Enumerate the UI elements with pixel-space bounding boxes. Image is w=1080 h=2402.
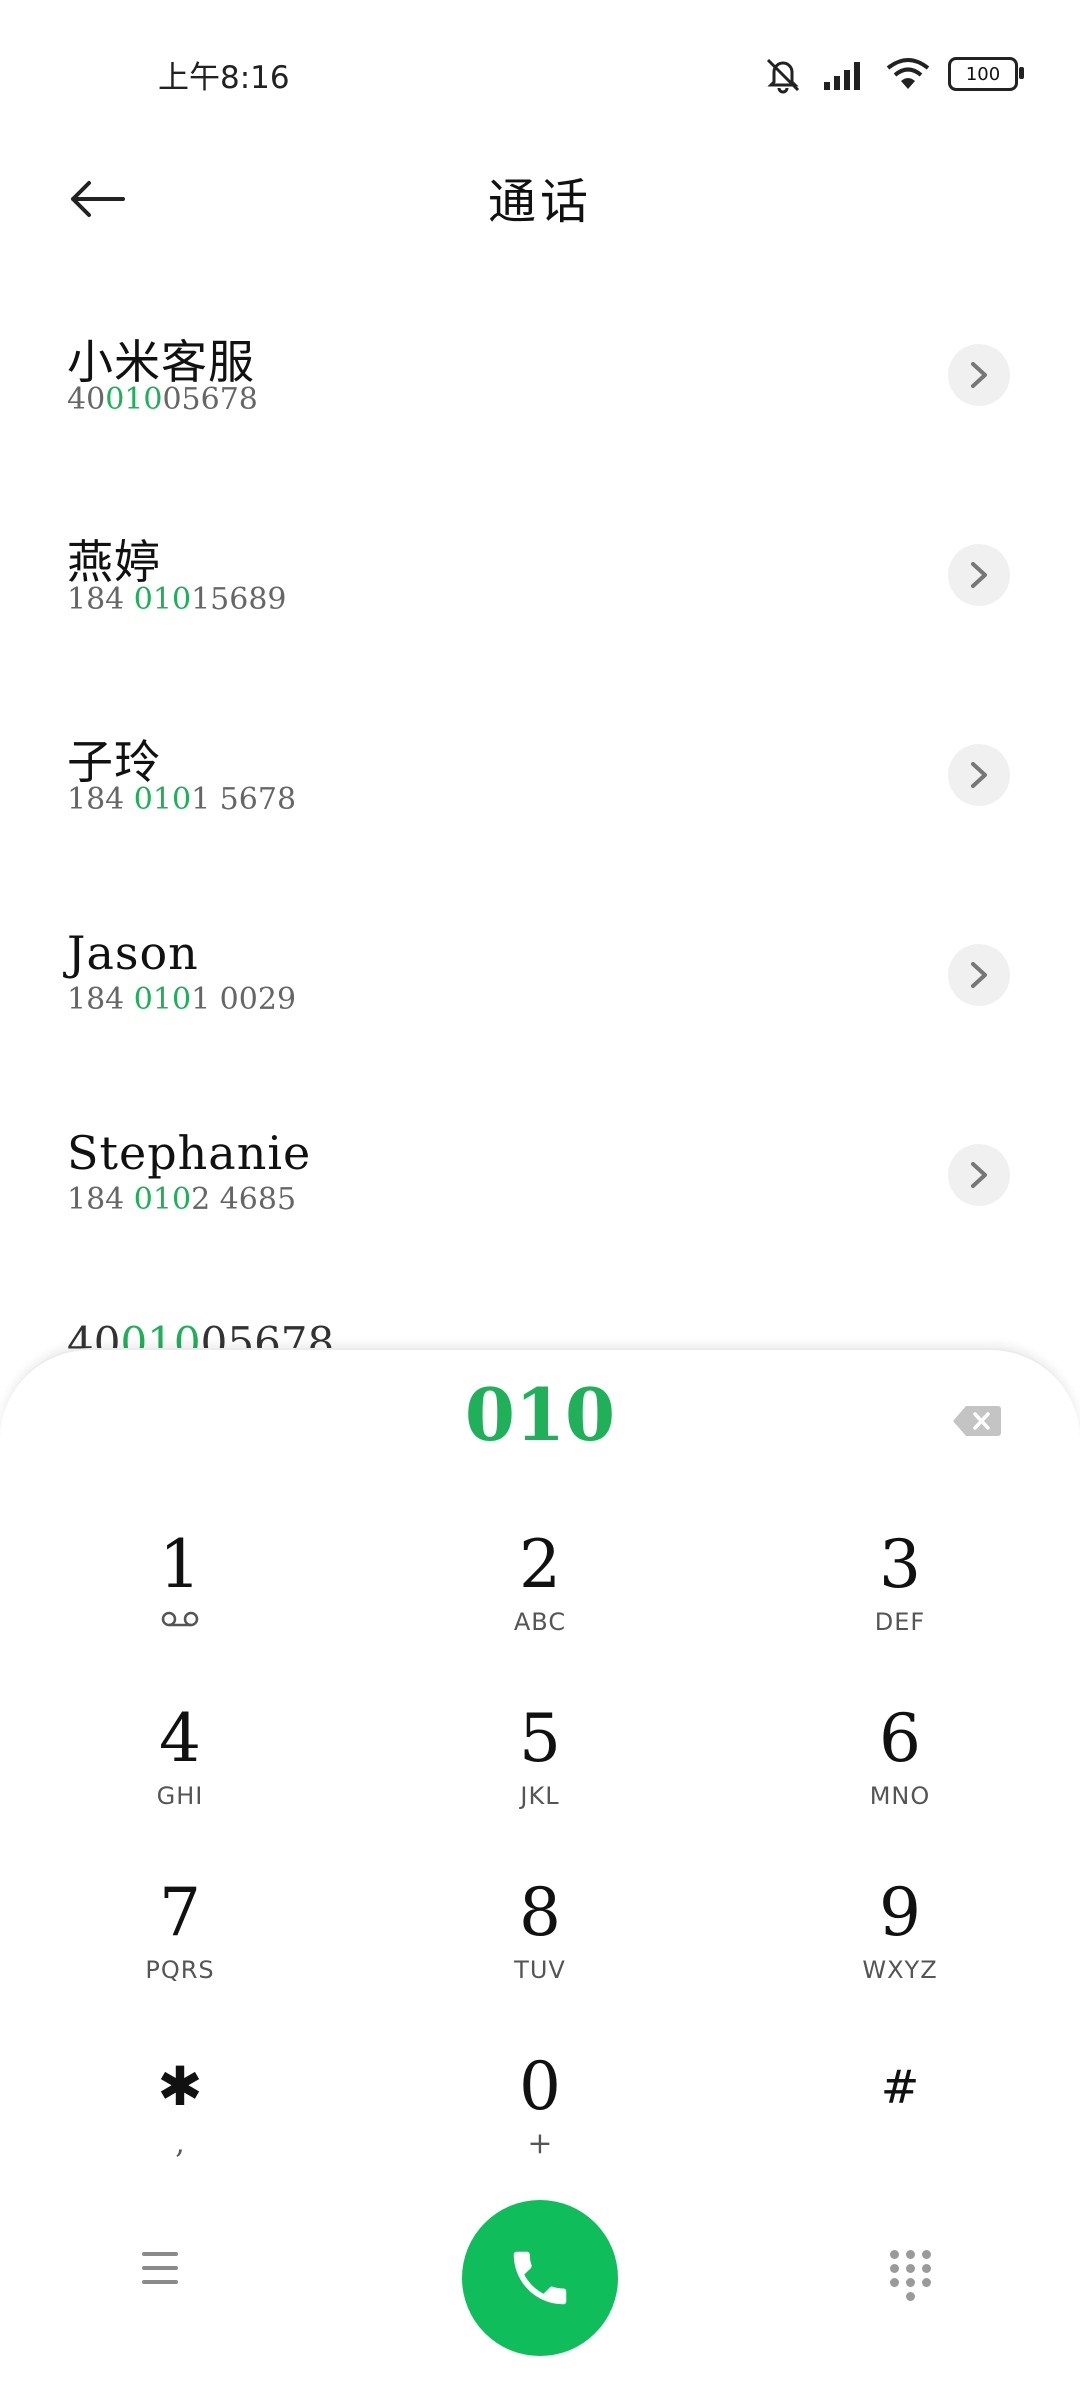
key-letters: DEF bbox=[874, 1608, 926, 1636]
dialer-bottom-bar bbox=[0, 2200, 1080, 2360]
key-4[interactable]: 4 GHI bbox=[70, 1702, 290, 1842]
key-digit: 4 bbox=[159, 1700, 201, 1777]
contact-row[interactable]: Stephanie 184 0102 4685 bbox=[0, 1100, 1080, 1300]
contact-detail-button[interactable] bbox=[948, 544, 1010, 606]
key-letters: ABC bbox=[513, 1608, 567, 1636]
contact-row[interactable]: 燕婷 184 01015689 bbox=[0, 500, 1080, 700]
number-prefix: 184 bbox=[67, 782, 134, 817]
number-prefix: 184 bbox=[67, 582, 134, 617]
key-letters: PQRS bbox=[145, 1956, 215, 1984]
chevron-right-icon bbox=[971, 362, 987, 388]
key-digit: # bbox=[880, 2060, 920, 2114]
status-icons: 100 bbox=[762, 52, 1024, 96]
key-digit: 1 bbox=[159, 1526, 201, 1603]
key-star[interactable]: ✱ , bbox=[70, 2050, 290, 2190]
contact-list: 小米客服 4001005678 燕婷 184 01015689 子玲 184 0… bbox=[0, 300, 1080, 1300]
number-suffix: 1 0029 bbox=[191, 982, 297, 1017]
chevron-right-icon bbox=[971, 562, 987, 588]
battery-indicator: 100 bbox=[948, 57, 1024, 91]
wifi-icon bbox=[886, 58, 930, 89]
contact-detail-button[interactable] bbox=[948, 1144, 1010, 1206]
header: 通话 bbox=[0, 140, 1080, 260]
key-letters: GHI bbox=[156, 1782, 204, 1810]
key-digit: 2 bbox=[519, 1526, 561, 1603]
chevron-right-icon bbox=[971, 962, 987, 988]
menu-button[interactable] bbox=[142, 2252, 192, 2296]
number-suffix: 1 5678 bbox=[191, 782, 297, 817]
key-digit: 7 bbox=[159, 1874, 201, 1951]
number-match: 010 bbox=[133, 1182, 192, 1217]
status-bar: 上午8:16 100 bbox=[0, 0, 1080, 140]
dialpad-toggle-button[interactable] bbox=[890, 2250, 934, 2301]
contact-number: 184 0101 5678 bbox=[67, 782, 296, 817]
key-8[interactable]: 8 TUV bbox=[430, 1876, 650, 2016]
key-hash[interactable]: # bbox=[790, 2050, 1010, 2190]
number-prefix: 184 bbox=[67, 1182, 134, 1217]
contact-detail-button[interactable] bbox=[948, 744, 1010, 806]
number-match: 010 bbox=[133, 782, 192, 817]
key-letters: JKL bbox=[520, 1782, 560, 1810]
backspace-button[interactable] bbox=[952, 1404, 1002, 1438]
contact-name: Stephanie bbox=[67, 1126, 312, 1180]
voicemail-icon bbox=[70, 1610, 290, 1632]
key-9[interactable]: 9 WXYZ bbox=[790, 1876, 1010, 2016]
contact-number: 4001005678 bbox=[67, 382, 258, 417]
number-suffix: 05678 bbox=[162, 382, 258, 417]
backspace-icon bbox=[953, 1406, 1001, 1436]
key-digit: 6 bbox=[879, 1700, 921, 1777]
number-suffix: 15689 bbox=[191, 582, 287, 617]
key-digit: 8 bbox=[519, 1874, 561, 1951]
key-6[interactable]: 6 MNO bbox=[790, 1702, 1010, 1842]
key-letters: MNO bbox=[869, 1782, 931, 1810]
contact-number: 184 0101 0029 bbox=[67, 982, 296, 1017]
key-digit: 3 bbox=[879, 1526, 921, 1603]
key-symbol: + bbox=[527, 2126, 553, 2161]
chevron-right-icon bbox=[971, 762, 987, 788]
contact-detail-button[interactable] bbox=[948, 344, 1010, 406]
signal-icon bbox=[824, 62, 860, 90]
status-time: 上午8:16 bbox=[158, 60, 290, 96]
contact-row[interactable]: 子玲 184 0101 5678 bbox=[0, 700, 1080, 900]
key-digit: ✱ bbox=[157, 2055, 203, 2118]
key-digit: 0 bbox=[519, 2048, 561, 2125]
number-prefix: 184 bbox=[67, 982, 134, 1017]
key-5[interactable]: 5 JKL bbox=[430, 1702, 650, 1842]
number-suffix: 2 4685 bbox=[191, 1182, 297, 1217]
contact-name: Jason bbox=[67, 926, 199, 980]
key-letters: WXYZ bbox=[862, 1956, 938, 1984]
key-digit: 5 bbox=[519, 1700, 561, 1777]
key-0[interactable]: 0 + bbox=[430, 2050, 650, 2190]
key-digit: 9 bbox=[879, 1874, 921, 1951]
key-3[interactable]: 3 DEF bbox=[790, 1528, 1010, 1668]
key-7[interactable]: 7 PQRS bbox=[70, 1876, 290, 2016]
key-1[interactable]: 1 bbox=[70, 1528, 290, 1668]
contact-number: 184 01015689 bbox=[67, 582, 287, 617]
chevron-right-icon bbox=[971, 1162, 987, 1188]
number-match: 010 bbox=[105, 382, 163, 417]
key-2[interactable]: 2 ABC bbox=[430, 1528, 650, 1668]
page-title: 通话 bbox=[487, 174, 592, 230]
dialed-number[interactable]: 010 bbox=[0, 1372, 1080, 1457]
contact-number: 184 0102 4685 bbox=[67, 1182, 296, 1217]
number-prefix: 40 bbox=[67, 382, 106, 417]
contact-row[interactable]: Jason 184 0101 0029 bbox=[0, 900, 1080, 1100]
number-match: 010 bbox=[133, 582, 192, 617]
call-button[interactable] bbox=[462, 2200, 618, 2356]
phone-icon bbox=[513, 2251, 567, 2305]
contact-row[interactable]: 小米客服 4001005678 bbox=[0, 300, 1080, 500]
battery-level: 100 bbox=[965, 63, 1001, 85]
key-symbol: , bbox=[175, 2126, 185, 2161]
dialpad-sheet: 010 1 2 ABC 3 DEF 4 GHI 5 JKL 6 MNO 7 PQ… bbox=[0, 1348, 1080, 2402]
number-match: 010 bbox=[133, 982, 192, 1017]
key-letters: TUV bbox=[514, 1956, 566, 1984]
mute-bell-icon bbox=[766, 58, 800, 94]
contact-detail-button[interactable] bbox=[948, 944, 1010, 1006]
